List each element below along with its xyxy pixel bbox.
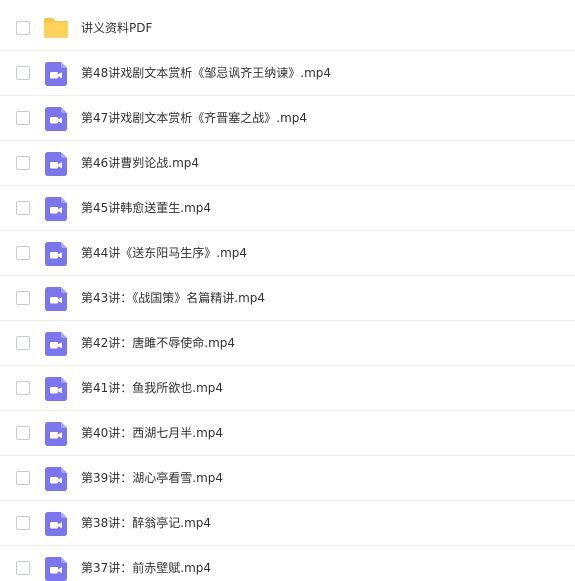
- row-checkbox[interactable]: [16, 156, 30, 170]
- row-checkbox[interactable]: [16, 66, 30, 80]
- video-file-icon: [45, 197, 67, 221]
- row-checkbox[interactable]: [16, 471, 30, 485]
- row-checkbox[interactable]: [16, 381, 30, 395]
- file-name[interactable]: 第40讲：西湖七月半.mp4: [81, 411, 223, 456]
- row-checkbox[interactable]: [16, 21, 30, 35]
- file-row[interactable]: 第44讲《送东阳马生序》.mp4: [0, 231, 575, 276]
- row-checkbox[interactable]: [16, 426, 30, 440]
- file-name[interactable]: 第39讲：湖心亭看雪.mp4: [81, 456, 223, 501]
- video-file-icon: [45, 377, 67, 401]
- video-file-icon: [45, 62, 67, 86]
- row-checkbox[interactable]: [16, 336, 30, 350]
- video-file-icon: [45, 287, 67, 311]
- video-file-icon: [45, 512, 67, 536]
- file-name[interactable]: 第48讲戏剧文本赏析《邹忌讽齐王纳谏》.mp4: [81, 51, 331, 96]
- video-file-icon: [45, 332, 67, 356]
- folder-icon: [44, 18, 68, 38]
- video-file-icon: [45, 422, 67, 446]
- file-row[interactable]: 第37讲：前赤壁赋.mp4: [0, 546, 575, 581]
- row-checkbox[interactable]: [16, 246, 30, 260]
- row-checkbox[interactable]: [16, 111, 30, 125]
- file-name[interactable]: 第37讲：前赤壁赋.mp4: [81, 546, 211, 581]
- file-row[interactable]: 讲义资料PDF: [0, 6, 575, 51]
- file-row[interactable]: 第45讲韩愈送董生.mp4: [0, 186, 575, 231]
- file-row[interactable]: 第41讲：鱼我所欲也.mp4: [0, 366, 575, 411]
- file-row[interactable]: 第46讲曹刿论战.mp4: [0, 141, 575, 186]
- file-row[interactable]: 第47讲戏剧文本赏析《齐晋塞之战》.mp4: [0, 96, 575, 141]
- row-checkbox[interactable]: [16, 291, 30, 305]
- row-checkbox[interactable]: [16, 516, 30, 530]
- video-file-icon: [45, 467, 67, 491]
- file-name[interactable]: 第38讲：醉翁亭记.mp4: [81, 501, 211, 546]
- file-row[interactable]: 第48讲戏剧文本赏析《邹忌讽齐王纳谏》.mp4: [0, 51, 575, 96]
- file-name[interactable]: 讲义资料PDF: [81, 6, 152, 51]
- file-row[interactable]: 第39讲：湖心亭看雪.mp4: [0, 456, 575, 501]
- file-row[interactable]: 第40讲：西湖七月半.mp4: [0, 411, 575, 456]
- file-name[interactable]: 第42讲：唐雎不辱使命.mp4: [81, 321, 235, 366]
- video-file-icon: [45, 557, 67, 581]
- file-name[interactable]: 第44讲《送东阳马生序》.mp4: [81, 231, 247, 276]
- file-list: 讲义资料PDF 第48讲戏剧文本赏析《邹忌讽齐王纳谏》.mp4 第47讲戏剧文本…: [0, 0, 575, 581]
- file-row[interactable]: 第42讲：唐雎不辱使命.mp4: [0, 321, 575, 366]
- video-file-icon: [45, 242, 67, 266]
- file-row[interactable]: 第38讲：醉翁亭记.mp4: [0, 501, 575, 546]
- file-name[interactable]: 第46讲曹刿论战.mp4: [81, 141, 199, 186]
- video-file-icon: [45, 152, 67, 176]
- video-file-icon: [45, 107, 67, 131]
- file-name[interactable]: 第43讲：《战国策》名篇精讲.mp4: [81, 276, 265, 321]
- row-checkbox[interactable]: [16, 201, 30, 215]
- file-name[interactable]: 第41讲：鱼我所欲也.mp4: [81, 366, 223, 411]
- file-name[interactable]: 第45讲韩愈送董生.mp4: [81, 186, 211, 231]
- row-checkbox[interactable]: [16, 561, 30, 575]
- file-name[interactable]: 第47讲戏剧文本赏析《齐晋塞之战》.mp4: [81, 96, 307, 141]
- file-row[interactable]: 第43讲：《战国策》名篇精讲.mp4: [0, 276, 575, 321]
